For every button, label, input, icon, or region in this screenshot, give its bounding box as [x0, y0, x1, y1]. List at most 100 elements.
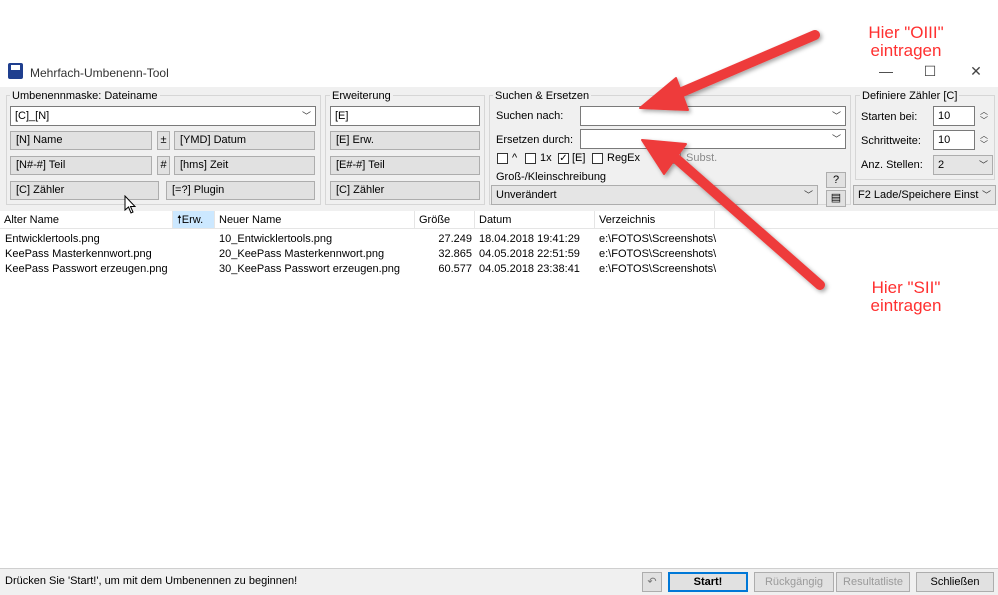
row-new-name: 10_Entwicklertools.png — [219, 233, 333, 245]
annotation-bottom-line2: eintragen — [870, 296, 942, 315]
ext-checkbox-checked[interactable]: ✓ — [558, 153, 569, 164]
start-input[interactable]: 10 — [933, 106, 975, 126]
case-label: Groß-/Kleinschreibung — [496, 171, 607, 183]
row-old-name: Entwicklertools.png — [5, 233, 100, 245]
step-spinner[interactable]: ︿ ﹀ — [978, 131, 990, 149]
counter-legend: Definiere Zähler [C] — [860, 90, 960, 102]
load-save-select[interactable]: F2 Lade/Speichere Einst ﹀ — [853, 185, 996, 205]
column-header-directory[interactable]: Verzeichnis — [595, 211, 715, 229]
once-checkbox[interactable] — [525, 153, 536, 164]
status-text: Drücken Sie 'Start!', um mit dem Umbenen… — [5, 575, 298, 587]
digits-select[interactable]: 2 ﹀ — [933, 155, 993, 175]
maximize-button[interactable]: ☐ — [920, 62, 940, 80]
plus-minus-button[interactable]: ± — [157, 131, 170, 150]
mask-input[interactable]: [C]_[N] ﹀ — [10, 106, 316, 126]
row-new-name: 30_KeePass Passwort erzeugen.png — [219, 263, 401, 275]
row-date: 04.05.2018 22:51:59 — [479, 248, 580, 260]
results-button[interactable]: Resultatliste — [836, 572, 910, 592]
subst-label: Subst. — [686, 152, 718, 164]
row-size: 27.249 — [438, 233, 472, 245]
close-button[interactable]: Schließen — [916, 572, 994, 592]
extension-part-button[interactable]: [E#-#] Teil — [330, 156, 480, 175]
annotation-bottom: Hier "SII" eintragen — [848, 279, 964, 315]
table-row[interactable]: KeePass Passwort erzeugen.png 30_KeePass… — [0, 263, 998, 278]
search-replace-legend: Suchen & Ersetzen — [493, 90, 592, 102]
column-header-old-name[interactable]: Alter Name — [0, 211, 173, 229]
refresh-arrow-icon: ↶ — [647, 576, 657, 588]
hash-button[interactable]: # — [157, 156, 170, 175]
column-header-ext[interactable]: 🠕Erw. — [173, 211, 215, 229]
caret-label: ^ — [512, 152, 518, 164]
name-button[interactable]: [N] Name — [10, 131, 152, 150]
column-header-ext-label: Erw. — [181, 214, 204, 226]
caret-checkbox[interactable] — [497, 153, 508, 164]
row-directory: e:\FOTOS\Screenshots\ — [599, 248, 717, 260]
column-header-new-name[interactable]: Neuer Name — [215, 211, 415, 229]
chevron-down-icon[interactable]: ﹀ — [978, 140, 990, 149]
row-date: 18.04.2018 19:41:29 — [479, 233, 580, 245]
clipboard-button[interactable]: ▤ — [826, 190, 846, 207]
case-select-value: Unverändert — [496, 189, 557, 201]
extension-button[interactable]: [E] Erw. — [330, 131, 480, 150]
mouse-cursor-icon — [124, 195, 137, 214]
mask-input-value: [C]_[N] — [15, 110, 50, 122]
chevron-down-icon[interactable]: ﹀ — [804, 186, 813, 204]
row-date: 04.05.2018 23:38:41 — [479, 263, 580, 275]
annotation-bottom-line1: Hier "SII" — [871, 278, 941, 297]
step-label: Schrittweite: — [861, 135, 921, 147]
minimize-button[interactable]: — — [876, 62, 896, 80]
extension-counter-button[interactable]: [C] Zähler — [330, 181, 480, 200]
replace-label: Ersetzen durch: — [496, 134, 574, 146]
step-input[interactable]: 10 — [933, 130, 975, 150]
search-label: Suchen nach: — [496, 110, 564, 122]
chevron-down-icon[interactable]: ﹀ — [978, 116, 990, 125]
chevron-down-icon[interactable]: ﹀ — [981, 186, 991, 204]
clipboard-icon: ▤ — [830, 192, 842, 204]
chevron-up-icon[interactable]: ︿ — [978, 131, 990, 140]
column-header-size[interactable]: Größe — [415, 211, 475, 229]
plugin-button[interactable]: [=?] Plugin — [166, 181, 315, 200]
close-window-button[interactable]: ✕ — [966, 62, 986, 80]
row-size: 32.865 — [438, 248, 472, 260]
floppy-disk-icon — [8, 63, 23, 79]
chevron-down-icon[interactable]: ﹀ — [832, 130, 841, 148]
start-label: Starten bei: — [861, 111, 918, 123]
undo-button[interactable]: Rückgängig — [754, 572, 834, 592]
time-button[interactable]: [hms] Zeit — [174, 156, 315, 175]
window-title: Mehrfach-Umbenenn-Tool — [30, 66, 169, 80]
chevron-down-icon[interactable]: ﹀ — [979, 156, 988, 174]
annotation-top-line1: Hier "OIII" — [868, 23, 944, 42]
help-button[interactable]: ? — [826, 172, 846, 188]
row-old-name: KeePass Passwort erzeugen.png — [5, 263, 168, 275]
row-directory: e:\FOTOS\Screenshots\ — [599, 233, 717, 245]
start-button[interactable]: Start! — [668, 572, 748, 592]
once-label: 1x — [540, 152, 552, 164]
chevron-down-icon[interactable]: ﹀ — [832, 107, 841, 125]
table-row[interactable]: Entwicklertools.png 10_Entwicklertools.p… — [0, 233, 998, 248]
start-spinner[interactable]: ︿ ﹀ — [978, 107, 990, 125]
chevron-down-icon[interactable]: ﹀ — [302, 107, 311, 125]
row-directory: e:\FOTOS\Screenshots\ — [599, 263, 717, 275]
case-select[interactable]: Unverändert ﹀ — [491, 185, 818, 205]
table-row[interactable]: KeePass Masterkennwort.png 20_KeePass Ma… — [0, 248, 998, 263]
date-button[interactable]: [YMD] Datum — [174, 131, 315, 150]
load-save-value: F2 Lade/Speichere Einst — [858, 189, 979, 201]
annotation-top-line2: eintragen — [870, 41, 942, 60]
digits-select-value: 2 — [938, 159, 945, 171]
extension-input[interactable]: [E] — [330, 106, 480, 126]
redo-button[interactable]: ↶ — [642, 572, 662, 592]
digits-label: Anz. Stellen: — [861, 159, 923, 171]
subst-checkbox[interactable] — [670, 153, 681, 164]
column-header-date[interactable]: Datum — [475, 211, 595, 229]
column-header-filler — [715, 211, 998, 229]
replace-input[interactable]: ﹀ — [580, 129, 846, 149]
search-input[interactable]: ﹀ — [580, 106, 846, 126]
regex-label: RegEx — [607, 152, 641, 164]
ext-option-label: [E] — [572, 152, 586, 164]
annotation-top: Hier "OIII" eintragen — [848, 24, 964, 60]
chevron-up-icon[interactable]: ︿ — [978, 107, 990, 116]
mask-legend: Umbenennmaske: Dateiname — [10, 90, 160, 102]
extension-legend: Erweiterung — [330, 90, 393, 102]
regex-checkbox[interactable] — [592, 153, 603, 164]
part-button[interactable]: [N#-#] Teil — [10, 156, 152, 175]
